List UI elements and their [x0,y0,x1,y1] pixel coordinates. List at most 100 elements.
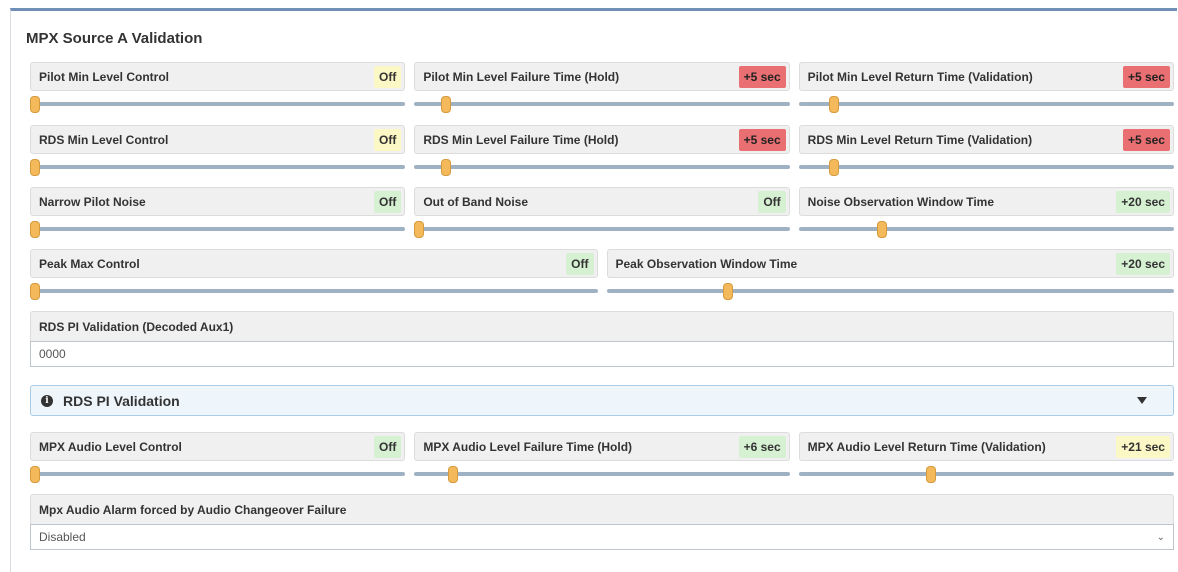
value-badge: Off [566,252,594,275]
control-label: Pilot Min Level Control [39,69,170,84]
control-label: RDS Min Level Return Time (Validation) [807,132,1033,147]
info-bar-label: RDS PI Validation [63,392,180,409]
control-label: Narrow Pilot Noise [39,194,146,209]
slider-thumb[interactable] [30,283,40,300]
slider-control: MPX Audio Level Failure Time (Hold) +6 se… [414,432,790,483]
value-badge: Off [374,435,402,458]
control-label: MPX Audio Level Return Time (Validation) [807,439,1046,454]
control-header: Pilot Min Level Failure Time (Hold) +5 se… [414,62,790,91]
slider-thumb[interactable] [440,96,451,113]
control-label: Pilot Min Level Return Time (Validation) [807,69,1033,84]
value-badge: Off [374,128,402,151]
audio-control-row: MPX Audio Level Control Off MPX Audio Leve… [30,432,1174,483]
value-badge: +20 sec [1116,252,1170,275]
value-badge: +5 sec [1122,65,1170,88]
slider-track[interactable] [414,96,790,113]
slider-thumb[interactable] [828,159,839,176]
slider-control: Pilot Min Level Failure Time (Hold) +5 se… [414,62,790,113]
slider-control: Narrow Pilot Noise Off [30,187,406,238]
rds-pi-input[interactable]: 0000 [30,341,1174,367]
slider-control: Pilot Min Level Control Off [30,62,406,113]
slider-track[interactable] [30,159,406,176]
changeover-label: Mpx Audio Alarm forced by Audio Changeov… [30,494,1174,524]
control-header: RDS Min Level Control Off [30,125,406,154]
control-row: Pilot Min Level Control Off Pilot Min Leve… [30,62,1174,113]
control-label: Out of Band Noise [423,194,528,209]
slider-thumb[interactable] [30,466,40,483]
changeover-group: Mpx Audio Alarm forced by Audio Changeov… [30,494,1174,550]
control-header: Peak Max Control Off [30,249,598,278]
control-label: RDS Min Level Control [39,132,169,147]
slider-track[interactable] [798,221,1174,238]
slider-track[interactable] [30,283,598,300]
changeover-select[interactable]: Disabled ⌄ [30,524,1174,550]
value-badge: Off [374,190,402,213]
control-header: MPX Audio Level Control Off [30,432,406,461]
info-circle-icon: i [41,394,53,407]
slider-track[interactable] [414,221,790,238]
slider-thumb[interactable] [30,221,40,238]
section-title: MPX Source A Validation [26,30,203,47]
slider-control: RDS Min Level Return Time (Validation) +5… [798,125,1174,176]
slider-track[interactable] [606,283,1174,300]
slider-track[interactable] [798,159,1174,176]
slider-track[interactable] [30,96,406,113]
rds-pi-group: RDS PI Validation (Decoded Aux1) 0000 [30,311,1174,367]
control-label: Noise Observation Window Time [807,194,995,209]
control-label: MPX Audio Level Failure Time (Hold) [423,439,633,454]
value-badge: +6 sec [738,435,786,458]
control-header: Pilot Min Level Control Off [30,62,406,91]
slider-thumb[interactable] [722,283,733,300]
control-row: RDS Min Level Control Off RDS Min Level Fa… [30,125,1174,176]
value-badge: +5 sec [738,128,786,151]
slider-control: RDS Min Level Control Off [30,125,406,176]
slider-control: MPX Audio Level Control Off [30,432,406,483]
slider-thumb[interactable] [440,159,451,176]
slider-thumb[interactable] [828,96,839,113]
slider-track[interactable] [30,466,406,483]
slider-thumb[interactable] [30,96,40,113]
value-badge: +21 sec [1116,435,1170,458]
control-header: Narrow Pilot Noise Off [30,187,406,216]
chevron-down-icon: ⌄ [1156,531,1165,543]
control-header: Peak Observation Window Time +20 sec [606,249,1174,278]
slider-control: Out of Band Noise Off [414,187,790,238]
control-header: Pilot Min Level Return Time (Validation)… [798,62,1174,91]
caret-down-icon[interactable] [1137,397,1147,404]
control-header: RDS Min Level Return Time (Validation) +5… [798,125,1174,154]
control-row: Peak Max Control Off Peak Observation Wind… [30,249,1174,300]
rds-pi-validation-collapsible[interactable]: i RDS PI Validation [30,385,1174,416]
control-label: Peak Observation Window Time [615,256,798,271]
slider-track[interactable] [414,466,790,483]
value-badge: Off [758,190,786,213]
slider-track[interactable] [798,96,1174,113]
control-header: RDS Min Level Failure Time (Hold) +5 sec [414,125,790,154]
value-badge: Off [374,65,402,88]
value-badge: +20 sec [1116,190,1170,213]
slider-control: Peak Max Control Off [30,249,598,300]
slider-thumb[interactable] [448,466,459,483]
rds-pi-value: 0000 [39,347,66,361]
slider-track[interactable] [414,159,790,176]
value-badge: +5 sec [1122,128,1170,151]
slider-track[interactable] [30,221,406,238]
slider-control: RDS Min Level Failure Time (Hold) +5 sec [414,125,790,176]
control-label: RDS Min Level Failure Time (Hold) [423,132,619,147]
slider-thumb[interactable] [414,221,425,238]
control-label: Peak Max Control [39,256,140,271]
slider-thumb[interactable] [877,221,888,238]
control-row: Narrow Pilot Noise Off Out of Band Noise Of… [30,187,1174,238]
control-label: MPX Audio Level Control [39,439,182,454]
slider-track[interactable] [798,466,1174,483]
control-header: MPX Audio Level Return Time (Validation)… [798,432,1174,461]
slider-thumb[interactable] [926,466,937,483]
slider-control: Pilot Min Level Return Time (Validation)… [798,62,1174,113]
rds-pi-label: RDS PI Validation (Decoded Aux1) [30,311,1174,341]
control-header: Noise Observation Window Time +20 sec [798,187,1174,216]
control-label: Pilot Min Level Failure Time (Hold) [423,69,620,84]
slider-thumb[interactable] [30,159,40,176]
slider-control: MPX Audio Level Return Time (Validation)… [798,432,1174,483]
control-header: MPX Audio Level Failure Time (Hold) +6 se… [414,432,790,461]
control-header: Out of Band Noise Off [414,187,790,216]
slider-control: Peak Observation Window Time +20 sec [606,249,1174,300]
